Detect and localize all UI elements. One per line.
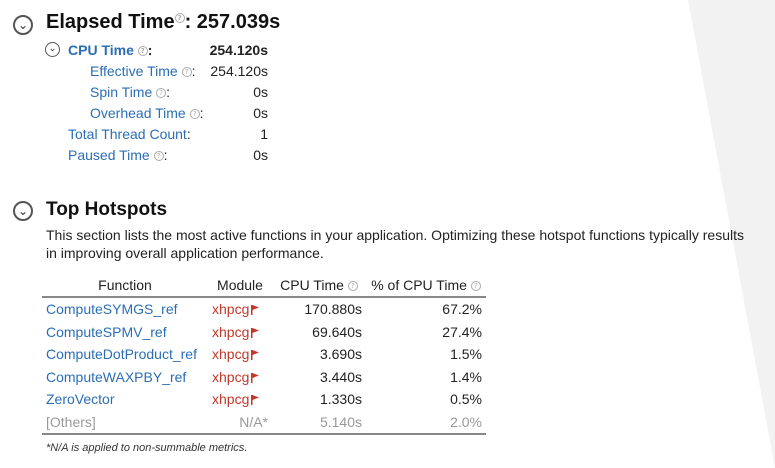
flag-icon [251, 395, 260, 406]
table-row: ComputeDotProduct_ref xhpcg 3.690s 1.5% [42, 343, 486, 366]
others-function-cell: [Others] [46, 413, 96, 430]
module-cell: xhpcg [208, 321, 272, 344]
table-header-row: Function Module CPU Time ? % of CPU Time… [42, 274, 486, 297]
help-icon[interactable]: ? [174, 13, 185, 23]
pct-cpu-cell: 67.2% [442, 301, 482, 318]
table-row-others: [Others] N/A* 5.140s 2.0% [42, 411, 486, 434]
module-link[interactable]: xhpcg [212, 369, 249, 385]
help-icon[interactable]: ? [189, 109, 200, 120]
flag-icon [251, 350, 260, 361]
table-footnote: *N/A is applied to non-summable metrics. [46, 442, 248, 454]
module-link[interactable]: xhpcg [212, 346, 249, 362]
spin-time-row: Spin Time ?: [90, 82, 170, 102]
hotspots-description: This section lists the most active funct… [46, 227, 744, 261]
module-cell: xhpcg [208, 297, 272, 321]
others-pct-cpu-cell: 2.0% [450, 413, 482, 430]
cpu-time-value: 254.120s [209, 42, 268, 58]
function-link[interactable]: ComputeSPMV_ref [42, 321, 208, 344]
overhead-time-suffix: : [199, 105, 204, 121]
cpu-time-cell: 1.330s [319, 391, 362, 408]
flag-icon [251, 327, 260, 338]
top-hotspots-heading: Top Hotspots [46, 199, 168, 220]
others-module-cell: N/A* [239, 413, 268, 430]
cpu-time-row: CPU Time ?: [68, 40, 152, 60]
others-cpu-time-cell: 5.140s [319, 413, 362, 430]
table-row: ComputeSYMGS_ref xhpcg 170.880s 67.2% [42, 297, 486, 321]
cpu-time-cell: 3.690s [319, 346, 362, 363]
module-link[interactable]: xhpcg [212, 391, 249, 407]
collapse-cpu-time-icon[interactable]: ⌄ [45, 42, 60, 57]
paused-time-value: 0s [253, 147, 268, 163]
effective-time-row: Effective Time ?: [90, 61, 195, 81]
flag-icon [251, 305, 260, 316]
elapsed-time-label: Elapsed Time [46, 11, 175, 33]
help-icon[interactable]: ? [470, 281, 481, 292]
table-row: ZeroVector xhpcg 1.330s 0.5% [42, 388, 486, 411]
elapsed-time-heading: Elapsed Time?: 257.039s [46, 11, 280, 34]
effective-time-label[interactable]: Effective Time [90, 63, 178, 79]
column-header-pct-cpu-time[interactable]: % of CPU Time ? [366, 274, 486, 297]
module-link[interactable]: xhpcg [212, 301, 249, 317]
spin-time-label[interactable]: Spin Time [90, 84, 152, 100]
hotspots-table: Function Module CPU Time ? % of CPU Time… [42, 274, 486, 435]
cpu-time-suffix: : [147, 42, 153, 58]
pct-cpu-cell: 0.5% [450, 391, 482, 408]
spin-time-value: 0s [253, 84, 268, 100]
column-header-cpu-time[interactable]: CPU Time ? [272, 274, 366, 297]
paused-time-label[interactable]: Paused Time [68, 147, 150, 163]
pct-cpu-cell: 1.4% [450, 368, 482, 385]
help-icon[interactable]: ? [137, 46, 148, 57]
pct-cpu-cell: 27.4% [442, 323, 482, 340]
overhead-time-row: Overhead Time ?: [90, 103, 204, 123]
cpu-time-label[interactable]: CPU Time [68, 42, 134, 58]
flag-icon [251, 372, 260, 383]
function-link[interactable]: ComputeDotProduct_ref [42, 343, 208, 366]
overhead-time-value: 0s [253, 105, 268, 121]
cpu-time-cell: 3.440s [319, 368, 362, 385]
paused-time-row: Paused Time ?: [68, 145, 168, 165]
effective-time-suffix: : [191, 63, 196, 79]
function-link[interactable]: ComputeWAXPBY_ref [42, 366, 208, 389]
help-icon[interactable]: ? [181, 67, 192, 78]
column-header-function[interactable]: Function [42, 274, 208, 297]
thread-count-label[interactable]: Total Thread Count [68, 126, 187, 142]
elapsed-time-value: : 257.039s [184, 11, 281, 33]
pct-cpu-cell: 1.5% [450, 346, 482, 363]
cpu-time-cell: 170.880s [304, 301, 362, 318]
module-cell: xhpcg [208, 388, 272, 411]
function-link[interactable]: ComputeSYMGS_ref [42, 297, 208, 321]
module-cell: xhpcg [208, 366, 272, 389]
function-link[interactable]: ZeroVector [42, 388, 208, 411]
help-icon[interactable]: ? [153, 151, 164, 162]
cpu-time-cell: 69.640s [312, 323, 362, 340]
collapse-hotspots-icon[interactable]: ⌄ [13, 201, 33, 221]
table-row: ComputeSPMV_ref xhpcg 69.640s 27.4% [42, 321, 486, 344]
thread-count-row: Total Thread Count: [68, 124, 191, 144]
module-link[interactable]: xhpcg [212, 324, 249, 340]
table-row: ComputeWAXPBY_ref xhpcg 3.440s 1.4% [42, 366, 486, 389]
collapse-elapsed-icon[interactable]: ⌄ [13, 15, 33, 35]
effective-time-value: 254.120s [210, 63, 268, 79]
overhead-time-label[interactable]: Overhead Time [90, 105, 186, 121]
help-icon[interactable]: ? [347, 281, 358, 292]
paused-time-suffix: : [163, 147, 168, 163]
module-cell: xhpcg [208, 343, 272, 366]
thread-count-value: 1 [260, 126, 268, 142]
help-icon[interactable]: ? [156, 88, 167, 99]
column-header-module[interactable]: Module [208, 274, 272, 297]
thread-count-suffix: : [186, 126, 191, 142]
spin-time-suffix: : [166, 84, 171, 100]
